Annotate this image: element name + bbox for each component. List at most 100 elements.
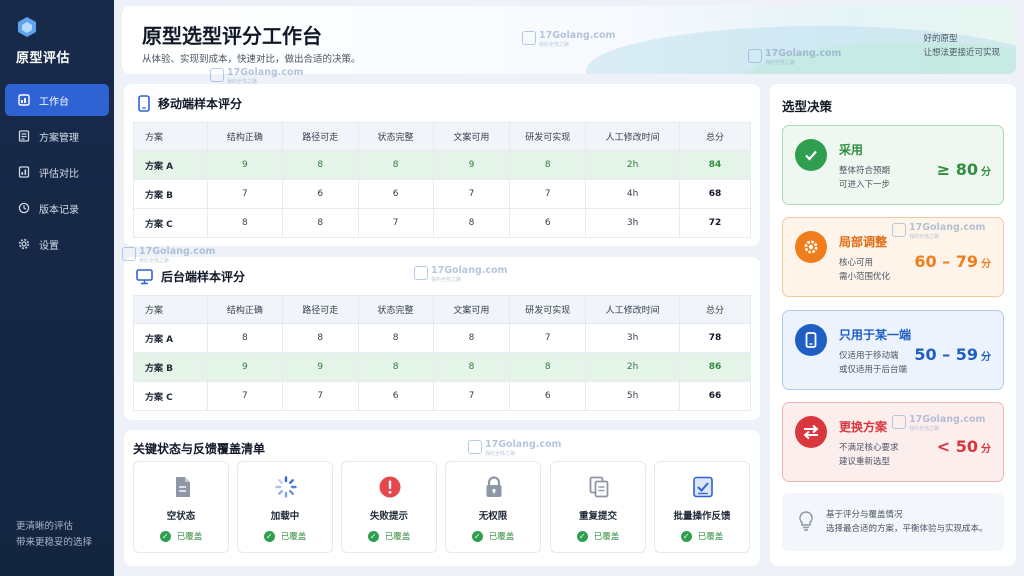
table-cell: 6 — [357, 381, 434, 411]
table-cell: 方案 A — [133, 323, 208, 353]
coverage-status: ✓ 已覆盖 — [134, 530, 228, 542]
sidebar-footer-line: 更清晰的评估 — [16, 521, 74, 532]
decision-card-partial-adjust[interactable]: 局部调整 核心可用 需小范围优化 60 – 79 分 — [782, 217, 1004, 297]
check-circle-icon: ✓ — [263, 530, 275, 542]
mobile-panel-title-text: 移动端样本评分 — [158, 97, 243, 111]
check-icon — [795, 139, 827, 171]
table-cell: 8 — [509, 150, 587, 180]
decision-card-adopt[interactable]: 采用 整体符合预期 可进入下一步 ≥ 80 分 — [782, 125, 1004, 205]
page-title: 原型选型评分工作台 — [142, 24, 322, 48]
table-row[interactable]: 方案 B 9 9 8 8 8 2h 86 — [133, 352, 751, 382]
table-cell: 2h — [585, 150, 681, 180]
decision-title: 选型决策 — [782, 99, 833, 114]
table-cell: 8 — [432, 323, 511, 353]
tip-line: 基于评分与覆盖情况 — [826, 510, 903, 520]
column-header: 人工修改时间 — [585, 295, 681, 324]
table-cell: 8 — [432, 352, 511, 382]
table-cell: 8 — [357, 323, 434, 353]
table-cell: 2h — [585, 352, 681, 382]
table-cell: 9 — [281, 352, 359, 382]
column-header: 路径可走 — [281, 295, 359, 324]
table-cell: 方案 C — [133, 381, 208, 411]
desc-line: 或仅适用于后台端 — [839, 365, 908, 375]
table-cell: 6 — [509, 381, 587, 411]
table-cell-total: 72 — [679, 208, 751, 238]
monitor-icon — [136, 268, 153, 284]
score-unit: 分 — [981, 352, 991, 363]
table-row[interactable]: 方案 A 9 8 8 9 8 2h 84 — [133, 150, 751, 180]
column-header: 总分 — [679, 122, 751, 151]
brand-logo-icon — [18, 17, 36, 37]
desc-line: 不满足核心要求 — [839, 443, 899, 453]
decision-card-single-end[interactable]: 只用于某一端 仅适用于移动端 或仅适用于后台端 50 – 59 分 — [782, 310, 1004, 390]
table-cell: 8 — [281, 150, 359, 180]
column-header: 结构正确 — [206, 295, 283, 324]
sidebar-item-settings[interactable]: 设置 — [5, 228, 109, 260]
decision-card-score: < 50 分 — [937, 437, 991, 456]
sidebar-item-plans[interactable]: 方案管理 — [5, 120, 109, 152]
table-row[interactable]: 方案 A 8 8 8 8 7 3h 78 — [133, 323, 751, 353]
desc-line: 可进入下一步 — [839, 180, 891, 190]
table-row[interactable]: 方案 B 7 6 6 7 7 4h 68 — [133, 179, 751, 209]
sidebar-item-workbench[interactable]: 工作台 — [5, 84, 109, 116]
mobile-panel-title: 移动端样本评分 — [138, 95, 242, 112]
column-header: 方案 — [133, 295, 208, 324]
coverage-item-label: 批量操作反馈 — [673, 511, 731, 522]
decision-card-score: 50 – 59 分 — [914, 345, 991, 364]
score-unit: 分 — [981, 167, 991, 178]
score-value: 60 – 79 — [914, 252, 978, 271]
desc-line: 整体符合预期 — [839, 166, 891, 176]
sidebar-item-history[interactable]: 版本记录 — [5, 192, 109, 224]
column-header: 文案可用 — [432, 295, 511, 324]
sidebar-item-label: 设置 — [39, 240, 59, 252]
decision-tip-text: 基于评分与覆盖情况 选择最合适的方案，平衡体验与实现成本。 — [826, 508, 1002, 536]
coverage-status: ✓ 已覆盖 — [655, 530, 749, 542]
sidebar-item-label: 评估对比 — [39, 168, 79, 180]
gear-icon — [18, 238, 30, 250]
checklist-icon — [693, 476, 713, 498]
column-header: 总分 — [679, 295, 751, 324]
column-header: 研发可实现 — [509, 295, 587, 324]
column-header: 人工修改时间 — [585, 122, 681, 151]
table-cell: 4h — [585, 179, 681, 209]
sidebar-item-label: 工作台 — [39, 96, 69, 108]
coverage-status: ✓ 已覆盖 — [238, 530, 332, 542]
coverage-status-text: 已覆盖 — [280, 532, 307, 542]
check-circle-icon: ✓ — [471, 530, 483, 542]
table-cell: 7 — [432, 381, 511, 411]
header-note-line: 好的原型 — [923, 34, 958, 44]
table-cell: 方案 B — [133, 352, 208, 382]
table-cell: 6 — [509, 208, 587, 238]
decision-card-replace[interactable]: 更换方案 不满足核心要求 建议重新选型 < 50 分 — [782, 402, 1004, 482]
table-cell: 8 — [206, 208, 283, 238]
coverage-item-no-permission: 无权限 ✓ 已覆盖 — [445, 461, 541, 553]
score-unit: 分 — [981, 259, 991, 270]
table-cell: 8 — [432, 208, 511, 238]
gear-icon — [795, 231, 827, 263]
coverage-status: ✓ 已覆盖 — [342, 530, 436, 542]
table-cell: 方案 B — [133, 179, 208, 209]
table-cell: 7 — [206, 179, 283, 209]
coverage-item-label: 重复提交 — [578, 511, 617, 522]
table-cell: 7 — [509, 323, 587, 353]
compare-icon — [18, 166, 30, 178]
header-note-line: 让想法更接近可实现 — [923, 48, 1000, 58]
score-unit: 分 — [981, 444, 991, 455]
coverage-status-text: 已覆盖 — [593, 532, 620, 542]
empty-file-icon — [176, 477, 190, 497]
coverage-status-text: 已覆盖 — [176, 532, 203, 542]
decision-card-score: 60 – 79 分 — [914, 252, 991, 271]
lock-icon — [486, 476, 502, 497]
table-row[interactable]: 方案 C 7 7 6 7 6 5h 66 — [133, 381, 751, 411]
sidebar-item-label: 版本记录 — [39, 204, 79, 216]
sidebar-item-compare[interactable]: 评估对比 — [5, 156, 109, 188]
score-value: ≥ 80 — [936, 160, 978, 179]
decision-card-score: ≥ 80 分 — [937, 160, 991, 179]
table-cell: 7 — [206, 381, 283, 411]
table-row[interactable]: 方案 C 8 8 7 8 6 3h 72 — [133, 208, 751, 238]
table-header-row: 方案 结构正确 路径可走 状态完整 文案可用 研发可实现 人工修改时间 总分 — [133, 122, 751, 151]
table-cell: 7 — [281, 381, 359, 411]
watermark-text: 17Golang.com — [139, 246, 216, 257]
table-cell: 7 — [357, 208, 434, 238]
table-cell: 5h — [585, 381, 681, 411]
